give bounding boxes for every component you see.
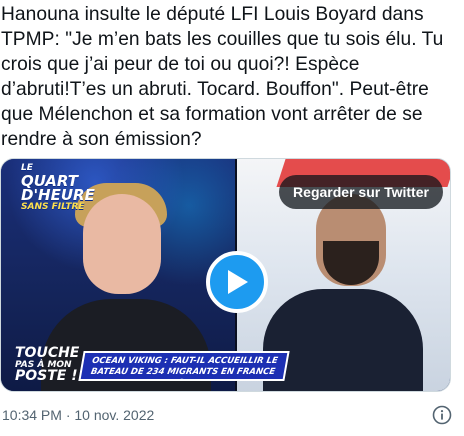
tpmp-logo-line1: TOUCHE bbox=[15, 345, 80, 361]
show-logo: LE QUART D'HEURE SANS FILTRE bbox=[21, 163, 95, 212]
play-icon bbox=[228, 270, 248, 294]
info-icon[interactable] bbox=[432, 405, 452, 425]
tweet-text: Hanouna insulte le député LFI Louis Boya… bbox=[1, 4, 444, 150]
watch-on-twitter-button[interactable]: Regarder sur Twitter bbox=[279, 175, 443, 209]
show-logo-line2: QUART D'HEURE bbox=[21, 172, 95, 204]
news-banner: OCEAN VIKING : FAUT-IL ACCUEILLIR LE BAT… bbox=[78, 351, 290, 381]
show-logo-line3: SANS FILTRE bbox=[21, 202, 85, 212]
tpmp-logo-line3: POSTE ! bbox=[15, 368, 78, 384]
tweet-timestamp[interactable]: 10:34 PM · 10 nov. 2022 bbox=[2, 407, 154, 423]
guest-left-face bbox=[83, 194, 161, 294]
play-button[interactable] bbox=[206, 251, 268, 313]
tpmp-logo: TOUCHE PAS À MON POSTE ! bbox=[15, 345, 80, 384]
host-right-body bbox=[263, 289, 423, 391]
video-player[interactable]: LE QUART D'HEURE SANS FILTRE TOUCHE PAS … bbox=[0, 158, 451, 392]
